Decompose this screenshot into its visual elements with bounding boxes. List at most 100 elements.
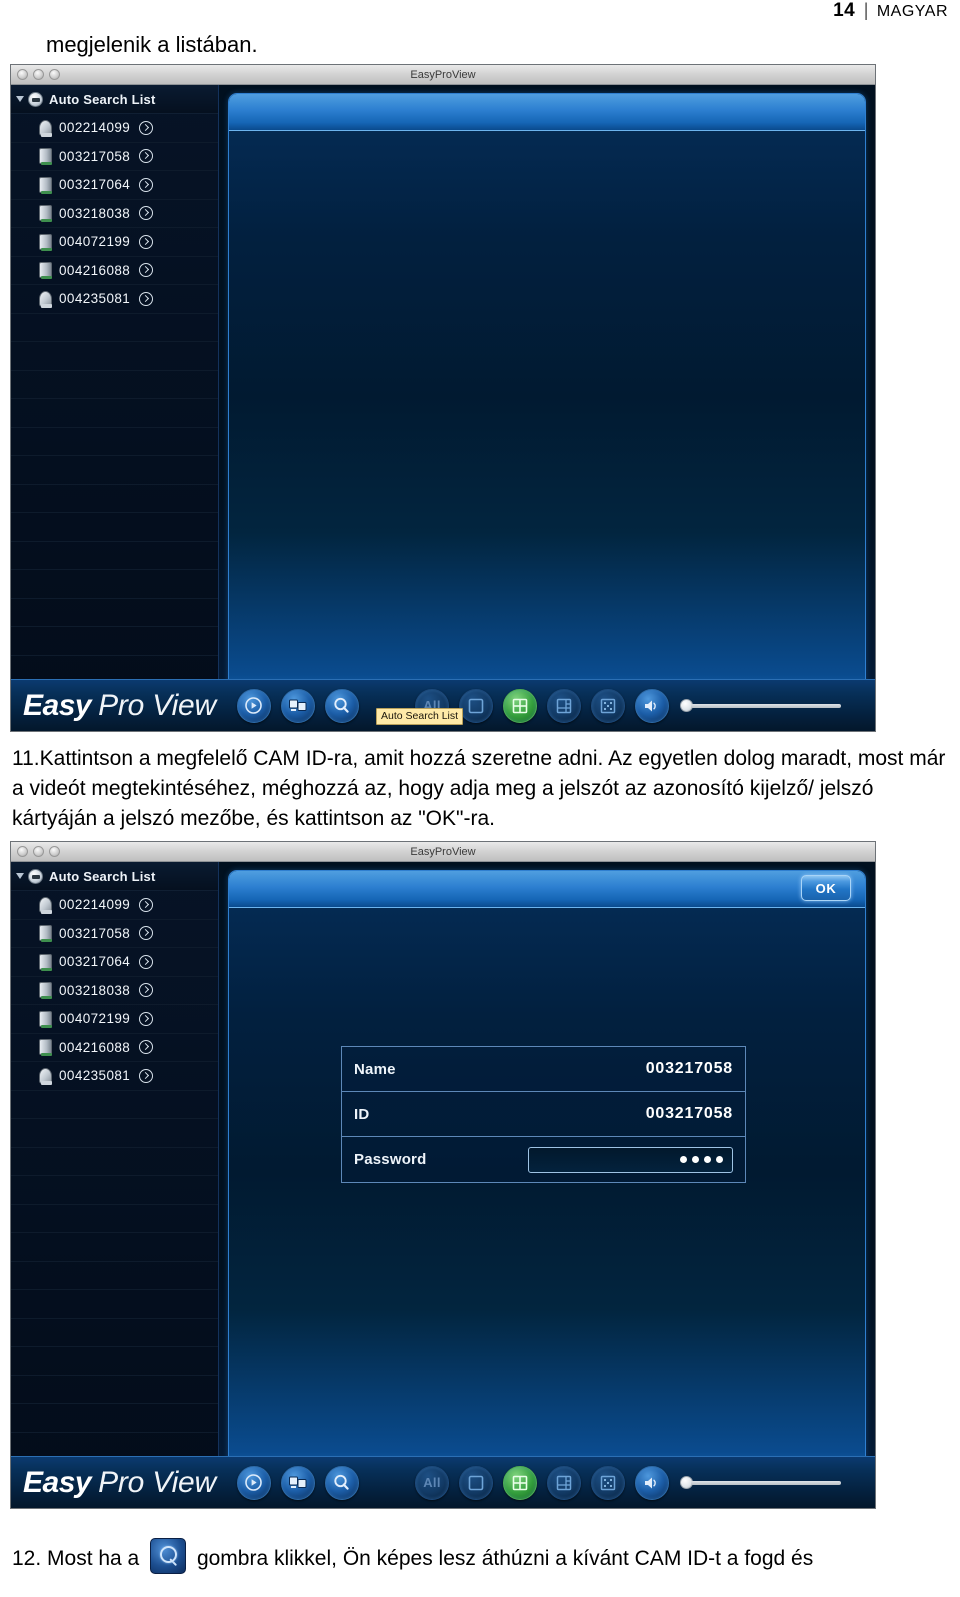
box-camera-icon xyxy=(39,953,52,971)
box-camera-icon xyxy=(39,262,52,280)
chevron-right-icon[interactable] xyxy=(139,926,154,941)
camera-id-label: 004072199 xyxy=(59,1011,131,1027)
chevron-right-icon[interactable] xyxy=(139,177,154,192)
chevron-right-icon[interactable] xyxy=(139,206,154,221)
playback-button[interactable] xyxy=(236,688,271,723)
chevron-right-icon[interactable] xyxy=(139,1011,154,1026)
password-mask-dot xyxy=(704,1156,711,1163)
layout-all-button[interactable]: All xyxy=(414,1465,449,1500)
playback-button[interactable] xyxy=(236,1465,271,1500)
chevron-right-icon[interactable] xyxy=(139,234,154,249)
header-separator: | xyxy=(863,0,869,20)
layout-nine-button[interactable] xyxy=(590,688,625,723)
box-camera-icon xyxy=(39,925,52,943)
camera-list-item[interactable]: 003218038 xyxy=(11,200,218,228)
chevron-right-icon[interactable] xyxy=(139,1068,154,1083)
login-form[interactable]: Name 003217058 ID 003217058 Password xyxy=(341,1046,746,1183)
layout-six-button[interactable] xyxy=(546,1465,581,1500)
play-circle-icon xyxy=(245,697,263,714)
camera-list-item[interactable]: 004216088 xyxy=(11,1034,218,1062)
layout-quad-button[interactable] xyxy=(502,688,537,723)
folder-disc-icon xyxy=(28,868,43,884)
layout-quad-button[interactable] xyxy=(502,1465,537,1500)
logo-easy-text: Easy xyxy=(23,688,92,722)
password-mask-dot xyxy=(680,1156,687,1163)
easyproview-window-1[interactable]: EasyProView Auto Search List 002214099 00… xyxy=(10,64,876,732)
chevron-right-icon[interactable] xyxy=(139,1040,154,1055)
disclosure-triangle-icon[interactable] xyxy=(16,873,24,879)
layout-single-button[interactable] xyxy=(458,1465,493,1500)
camera-list-item[interactable]: 004216088 xyxy=(11,257,218,285)
camera-list-item[interactable]: 003217058 xyxy=(11,143,218,171)
video-pane-2[interactable]: OK Name 003217058 ID 003217058 Password xyxy=(228,870,866,1500)
step-12-text-before: 12. Most ha a xyxy=(12,1547,140,1570)
id-value: 003217058 xyxy=(645,1105,733,1122)
window-titlebar[interactable]: EasyProView xyxy=(11,65,875,85)
layout-six-button[interactable] xyxy=(546,688,581,723)
chevron-right-icon[interactable] xyxy=(139,954,154,969)
volume-slider-track[interactable] xyxy=(690,703,841,708)
camera-list-item[interactable]: 003217058 xyxy=(11,920,218,948)
camera-list[interactable]: 002214099 003217058 003217064 003218038 0040… xyxy=(11,114,218,314)
camera-manager-button[interactable] xyxy=(280,688,315,723)
chevron-right-icon[interactable] xyxy=(139,983,154,998)
tree-root-auto-search-list-2[interactable]: Auto Search List xyxy=(11,862,218,891)
search-magnifier-icon xyxy=(334,1474,349,1490)
chevron-right-icon[interactable] xyxy=(139,897,154,912)
lead-paragraph: megjelenik a listában. xyxy=(46,32,258,57)
video-area-1[interactable] xyxy=(219,85,875,731)
tree-root-auto-search-list[interactable]: Auto Search List xyxy=(11,85,218,114)
camera-list-item[interactable]: 003217064 xyxy=(11,171,218,200)
password-input[interactable] xyxy=(528,1146,733,1173)
camera-list-item[interactable]: 002214099 xyxy=(11,114,218,143)
empty-list-row xyxy=(11,1262,218,1290)
empty-list-row xyxy=(11,513,218,542)
auto-search-button[interactable] xyxy=(324,688,359,723)
chevron-right-icon[interactable] xyxy=(139,263,154,278)
auto-search-tooltip: Auto Search List xyxy=(376,708,464,725)
camera-list-item[interactable]: 003218038 xyxy=(11,977,218,1005)
camera-list-item[interactable]: 004235081 xyxy=(11,285,218,314)
camera-list-item[interactable]: 004072199 xyxy=(11,1005,218,1034)
layout-all-label-2: All xyxy=(423,1475,441,1490)
camera-list-item[interactable]: 004235081 xyxy=(11,1062,218,1091)
layout-nine-button[interactable] xyxy=(590,1465,625,1500)
window-body-2: Auto Search List 002214099 003217058 00321… xyxy=(11,862,875,1508)
chevron-right-icon[interactable] xyxy=(139,149,154,164)
volume-slider-track[interactable] xyxy=(690,1480,841,1485)
ok-button[interactable]: OK xyxy=(801,875,851,901)
camera-id-label: 004235081 xyxy=(59,1068,131,1084)
camera-list-item[interactable]: 004072199 xyxy=(11,228,218,257)
camera-list-item[interactable]: 003217064 xyxy=(11,948,218,977)
layout-single-button[interactable] xyxy=(458,688,493,723)
easyproview-window-2[interactable]: EasyProView Auto Search List 002214099 00… xyxy=(10,841,876,1509)
box-camera-icon xyxy=(39,233,52,251)
name-label: Name xyxy=(354,1060,396,1078)
disclosure-triangle-icon[interactable] xyxy=(16,96,24,102)
logo-proview-text-2: Pro View xyxy=(98,1465,216,1499)
video-area-2[interactable]: OK Name 003217058 ID 003217058 Password xyxy=(219,862,875,1508)
empty-list-row xyxy=(11,371,218,399)
auto-search-button[interactable] xyxy=(324,1465,359,1500)
camera-list-2[interactable]: 002214099 003217058 003217064 003218038 0040… xyxy=(11,891,218,1091)
volume-button[interactable] xyxy=(634,688,669,723)
volume-slider-2[interactable] xyxy=(679,1476,863,1489)
camera-manager-button[interactable] xyxy=(280,1465,315,1500)
dome-camera-icon xyxy=(39,896,52,914)
bottom-toolbar-2[interactable]: Easy Pro View All xyxy=(11,1456,875,1508)
bottom-toolbar-1[interactable]: Easy Pro View All Auto Search List xyxy=(11,679,875,731)
video-pane-1[interactable] xyxy=(228,93,866,723)
device-tree-sidebar[interactable]: Auto Search List 002214099 003217058 00321… xyxy=(11,85,219,731)
form-row-password[interactable]: Password xyxy=(342,1137,745,1182)
video-pane-content-2: Name 003217058 ID 003217058 Password xyxy=(229,908,865,1499)
chevron-right-icon[interactable] xyxy=(139,291,154,306)
camera-list-item[interactable]: 002214099 xyxy=(11,891,218,920)
box-camera-icon xyxy=(39,1010,52,1028)
dome-camera-icon xyxy=(39,1067,52,1085)
device-tree-sidebar-2[interactable]: Auto Search List 002214099 003217058 00321… xyxy=(11,862,219,1508)
volume-button[interactable] xyxy=(634,1465,669,1500)
volume-slider[interactable] xyxy=(679,699,863,712)
quad-grid-icon xyxy=(512,1475,528,1490)
chevron-right-icon[interactable] xyxy=(139,120,154,135)
window-titlebar-2[interactable]: EasyProView xyxy=(11,842,875,862)
